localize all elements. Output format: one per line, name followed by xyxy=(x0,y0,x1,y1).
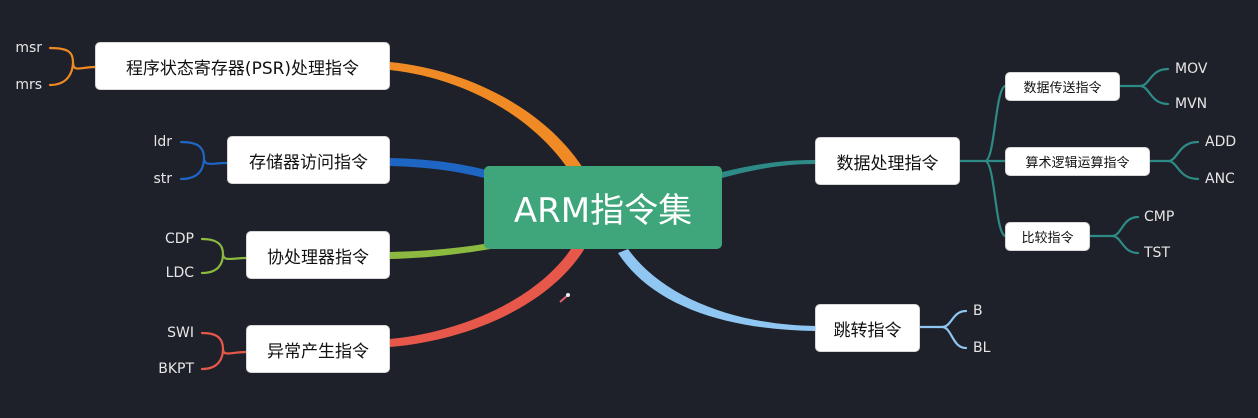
bracket-coprocessor xyxy=(200,237,248,275)
leaf-cmp[interactable]: CMP xyxy=(1144,209,1174,225)
pen-cursor-icon xyxy=(559,293,570,303)
branch-memory xyxy=(390,158,490,179)
node-memory-access[interactable]: 存储器访问指令 xyxy=(227,136,390,184)
node-compare[interactable]: 比较指令 xyxy=(1005,222,1090,251)
leaf-mov[interactable]: MOV xyxy=(1175,61,1207,77)
bracket-transfer xyxy=(1118,67,1170,106)
leaf-ldr[interactable]: ldr xyxy=(153,134,172,150)
bracket-jump xyxy=(918,309,968,350)
leaf-anc[interactable]: ANC xyxy=(1205,171,1235,187)
root-node[interactable]: ARM指令集 xyxy=(484,166,722,249)
node-data-transfer[interactable]: 数据传送指令 xyxy=(1005,72,1120,101)
node-coprocessor[interactable]: 协处理器指令 xyxy=(246,231,390,279)
branch-psr xyxy=(390,62,583,172)
node-exception[interactable]: 异常产生指令 xyxy=(246,325,390,373)
leaf-tst[interactable]: TST xyxy=(1144,245,1170,261)
leaf-add[interactable]: ADD xyxy=(1205,134,1236,150)
branch-exception xyxy=(390,246,585,347)
leaf-swi[interactable]: SWI xyxy=(167,325,194,341)
connector-data-sub xyxy=(958,84,1007,238)
node-jump[interactable]: 跳转指令 xyxy=(815,304,920,352)
branch-data xyxy=(722,160,815,178)
branch-coprocessor xyxy=(390,243,491,259)
leaf-mvn[interactable]: MVN xyxy=(1175,96,1207,112)
leaf-bkpt[interactable]: BKPT xyxy=(158,361,194,377)
node-psr-instructions[interactable]: 程序状态寄存器(PSR)处理指令 xyxy=(95,42,390,90)
bracket-exception xyxy=(200,331,248,371)
leaf-mrs[interactable]: mrs xyxy=(15,77,42,93)
node-data-processing[interactable]: 数据处理指令 xyxy=(815,137,960,185)
leaf-bl[interactable]: BL xyxy=(973,340,990,356)
node-arith-logic[interactable]: 算术逻辑运算指令 xyxy=(1005,147,1150,176)
leaf-msr[interactable]: msr xyxy=(15,40,42,56)
leaf-str[interactable]: str xyxy=(153,171,172,187)
bracket-compare xyxy=(1088,215,1140,255)
leaf-ldc[interactable]: LDC xyxy=(166,265,194,281)
bracket-psr xyxy=(48,46,97,87)
bracket-memory xyxy=(179,140,229,181)
branch-jump xyxy=(618,249,815,331)
bracket-arith xyxy=(1148,140,1200,181)
leaf-cdp[interactable]: CDP xyxy=(165,231,194,247)
leaf-b[interactable]: B xyxy=(973,303,983,319)
